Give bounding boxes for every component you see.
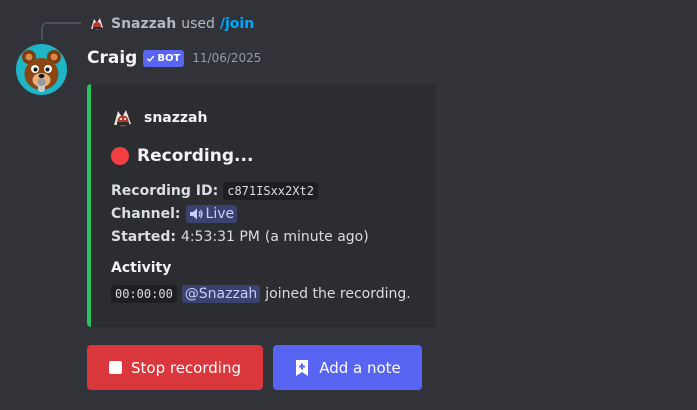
add-note-button[interactable]: Add a note [273,345,422,390]
speaker-icon [189,208,203,220]
red-circle-icon [111,147,129,165]
started-label: Started: [111,229,176,245]
bot-badge-label: BOT [157,52,181,64]
embed-author-name: snazzah [144,110,208,126]
activity-time: 00:00:00 [111,285,177,303]
user-mention[interactable]: @Snazzah [181,285,261,303]
reply-username[interactable]: Snazzah [111,16,176,32]
activity-entry: 00:00:00 @Snazzah joined the recording. [111,283,411,305]
started-field: Started: 4:53:31 PM (a minute ago) [111,226,369,248]
started-time: 4:53:31 PM [180,229,260,245]
craig-avatar[interactable] [16,44,67,95]
bear-mascot-icon [22,50,61,92]
bookmark-plus-icon [296,359,309,376]
reply-context[interactable]: Snazzah used /join [88,14,254,34]
checkmark-icon [147,55,155,62]
started-relative: (a minute ago) [264,229,369,245]
channel-mention[interactable]: Live [185,205,238,223]
slash-command[interactable]: /join [220,16,254,32]
add-note-label: Add a note [319,358,401,377]
channel-field: Channel: Live [111,203,238,225]
embed-author: snazzah [111,106,207,130]
snazzah-avatar-icon[interactable] [88,15,106,33]
stop-recording-label: Stop recording [131,358,241,377]
recording-id-label: Recording ID: [111,183,219,199]
embed-title-text: Recording... [137,146,254,166]
author-name[interactable]: Craig [87,48,137,68]
activity-title: Activity [111,260,172,276]
activity-text: joined the recording. [265,286,411,302]
message-timestamp[interactable]: 11/06/2025 [192,51,261,65]
stop-recording-button[interactable]: Stop recording [87,345,263,390]
snazzah-avatar-icon [114,110,131,127]
embed-title: Recording... [111,146,253,166]
channel-name: Live [205,206,235,222]
stop-square-icon [109,361,122,374]
recording-id-value: c871ISxx2Xt2 [223,182,318,200]
reply-connector [41,22,81,40]
recording-embed: snazzah Recording... Recording ID: c871I… [87,84,436,327]
channel-label: Channel: [111,206,181,222]
reply-used-text: used [181,16,215,32]
bot-badge: BOT [143,49,185,67]
message-header: Craig BOT 11/06/2025 [87,45,261,71]
recording-id-field: Recording ID: c871ISxx2Xt2 [111,180,318,202]
